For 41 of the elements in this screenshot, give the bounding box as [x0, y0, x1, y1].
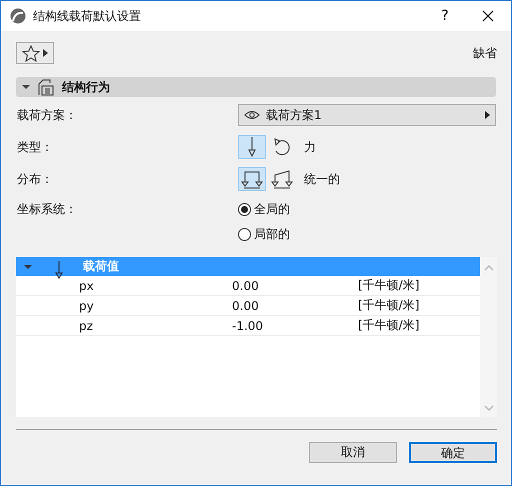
help-button[interactable]: ?	[425, 1, 465, 31]
rotate-arrow-icon	[272, 137, 292, 157]
table-cell-text: py	[78, 298, 95, 312]
table-cell-text: 0.00	[232, 278, 260, 292]
document-icon	[37, 78, 55, 96]
radio-option[interactable]: 局部的	[238, 226, 290, 243]
type-value: 力	[304, 138, 316, 156]
force-arrow-icon	[55, 260, 63, 278]
eye-icon	[244, 110, 260, 120]
radio-option[interactable]: 全局的	[238, 201, 290, 218]
close-icon	[482, 10, 494, 22]
preset-label: 缺省	[473, 44, 497, 62]
ok-button[interactable]: 确定	[409, 442, 497, 463]
star-icon	[22, 44, 40, 62]
force-arrow-button[interactable]	[238, 135, 266, 159]
app-logo-icon	[10, 8, 26, 24]
uniform-load-icon	[241, 169, 263, 189]
field-label: 类型：	[16, 138, 54, 156]
section-title: 结构行为	[62, 78, 110, 96]
group-title: 载荷值	[83, 258, 119, 275]
distribution-value: 统一的	[304, 170, 340, 188]
caret-icon	[43, 49, 48, 57]
table-cell-text: px	[78, 278, 95, 292]
field-label: 坐标系统：	[16, 201, 78, 218]
table-cell: [千牛顿/米]	[358, 277, 420, 294]
table-cell-text: -1.00	[232, 318, 264, 332]
uniform-load-button[interactable]	[238, 167, 266, 191]
cancel-button[interactable]: 取消	[309, 442, 397, 463]
down-arrow-icon	[246, 137, 258, 157]
window-title: 结构线载荷默认设置	[33, 8, 142, 24]
table-cell-text: pz	[78, 318, 94, 332]
field-label: 分布：	[16, 170, 54, 188]
table-cell: [千牛顿/米]	[358, 317, 420, 334]
table-cell: [千牛顿/米]	[358, 297, 420, 314]
section-header[interactable]: 结构行为	[16, 77, 496, 97]
sloped-load-icon	[271, 169, 293, 189]
favorites-button[interactable]	[16, 42, 54, 64]
caret-icon	[485, 111, 490, 119]
load-case-dropdown[interactable]: 载荷方案1	[238, 104, 496, 126]
table-cell-text: 0.00	[232, 298, 260, 312]
field-label: 载荷方案：	[16, 106, 78, 124]
